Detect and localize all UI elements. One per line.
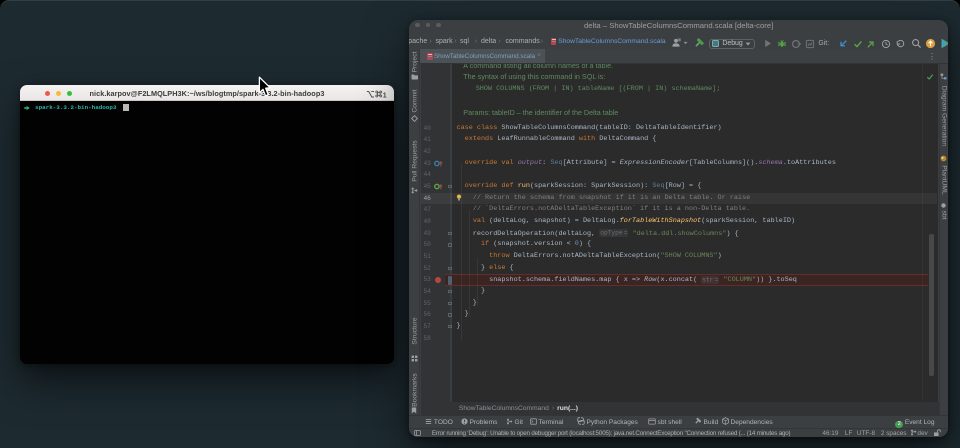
svg-text:1: 1 <box>383 92 387 99</box>
